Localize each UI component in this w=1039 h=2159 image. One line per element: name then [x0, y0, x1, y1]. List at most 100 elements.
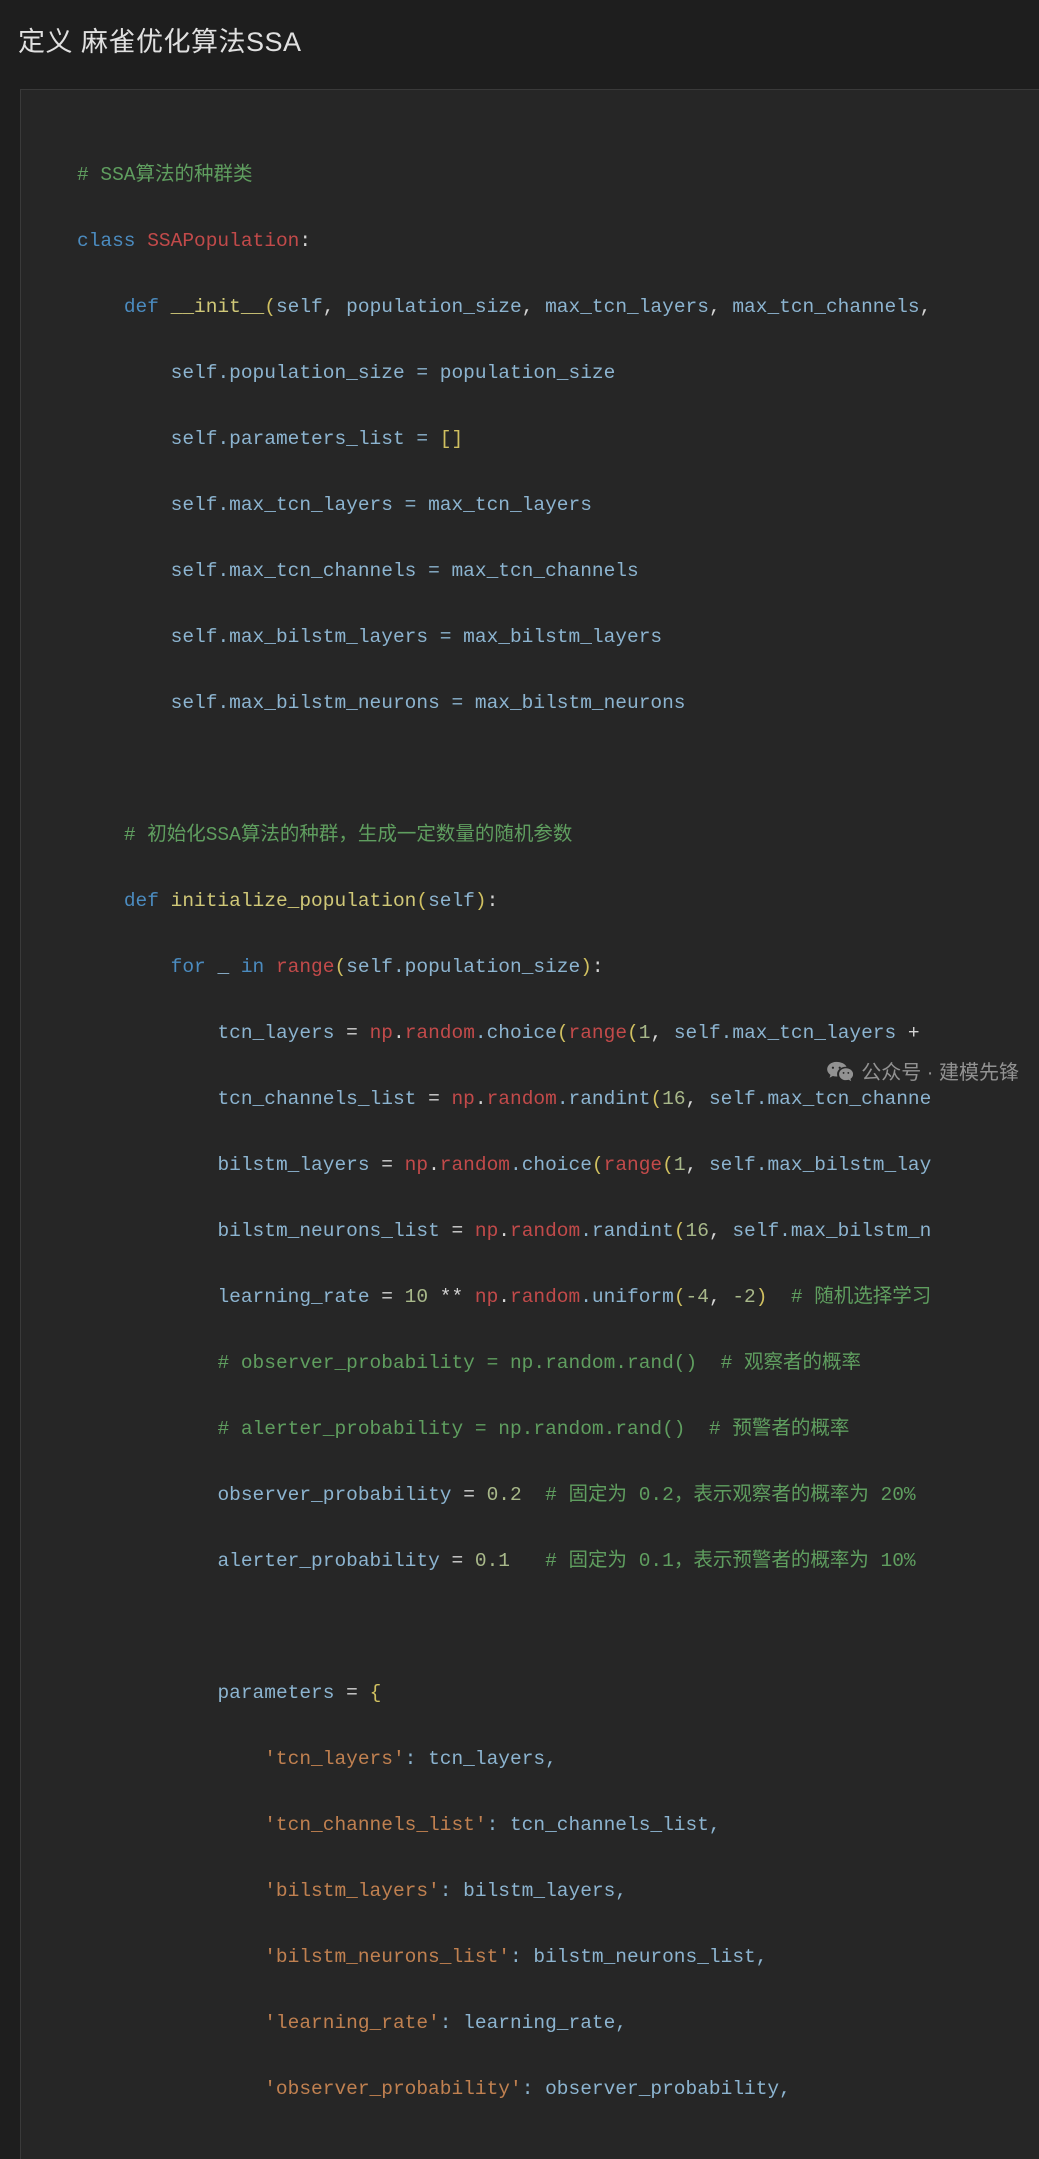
watermark: 公众号 · 建模先锋 [827, 1056, 1019, 1085]
var: tcn_layers [217, 1022, 334, 1044]
class-name: SSAPopulation [147, 230, 299, 252]
self: self [709, 1154, 756, 1176]
header: 定义 麻雀优化算法SSA [0, 0, 1039, 89]
func-init: __init__ [171, 296, 265, 318]
func-name: initialize_population [171, 890, 417, 912]
self: self [171, 626, 218, 648]
comment: # 固定为 0.1，表示预警者的概率为 10% [545, 1550, 916, 1572]
module-np: np [475, 1286, 498, 1308]
code-line: # observer_probability = np.random.rand(… [77, 1347, 1039, 1380]
code-line: self.max_tcn_channels = max_tcn_channels [77, 555, 1039, 588]
operator: + [896, 1022, 931, 1044]
number: 0.2 [487, 1484, 522, 1506]
self: self [171, 428, 218, 450]
comment: # SSA算法的种群类 [77, 164, 253, 186]
comment: # 随机选择学习 [791, 1286, 931, 1308]
module-np: np [451, 1088, 474, 1110]
string: 'learning_rate' [264, 2012, 440, 2034]
self: self [709, 1088, 756, 1110]
method: .randint [557, 1088, 651, 1110]
var: bilstm_neurons_list [217, 1220, 439, 1242]
number: 1 [639, 1022, 651, 1044]
blank-line [77, 1611, 1039, 1644]
var: _ [217, 956, 229, 978]
code-line: 'learning_rate': learning_rate, [77, 2007, 1039, 2040]
string: 'tcn_layers' [264, 1748, 404, 1770]
value: : tcn_layers, [405, 1748, 557, 1770]
attr: .max_tcn_layers [721, 1022, 897, 1044]
code-line: 'bilstm_layers': bilstm_layers, [77, 1875, 1039, 1908]
keyword-class: class [77, 230, 136, 252]
self: self [171, 494, 218, 516]
page-title: 定义 麻雀优化算法SSA [18, 20, 1021, 59]
keyword-in: in [241, 956, 264, 978]
comment: # observer_probability = np.random.rand(… [217, 1352, 861, 1374]
var: bilstm_layers [217, 1154, 369, 1176]
assignment: .max_bilstm_neurons = max_bilstm_neurons [217, 692, 685, 714]
code-line: class SSAPopulation: [77, 225, 1039, 258]
attr-random: random [440, 1154, 510, 1176]
param-self: self [428, 890, 475, 912]
builtin-range: range [569, 1022, 628, 1044]
keyword-def: def [124, 890, 159, 912]
code-line: self.population_size = population_size [77, 357, 1039, 390]
builtin-range: range [604, 1154, 663, 1176]
assignment: .max_tcn_layers = max_tcn_layers [217, 494, 591, 516]
code-line: alerter_probability = 0.1 # 固定为 0.1，表示预警… [77, 1545, 1039, 1578]
number: 16 [662, 1088, 685, 1110]
code-line: 'tcn_channels_list': tcn_channels_list, [77, 1809, 1039, 1842]
code-line: tcn_channels_list = np.random.randint(16… [77, 1083, 1039, 1116]
value: : tcn_channels_list, [487, 1814, 721, 1836]
assignment: .parameters_list = [217, 428, 439, 450]
string: 'bilstm_neurons_list' [264, 1946, 510, 1968]
builtin-range: range [276, 956, 335, 978]
method: .randint [580, 1220, 674, 1242]
string: 'bilstm_layers' [264, 1880, 440, 1902]
value: : learning_rate, [440, 2012, 627, 2034]
module-np: np [405, 1154, 428, 1176]
module-np: np [475, 1220, 498, 1242]
attr-random: random [510, 1220, 580, 1242]
param: max_tcn_channels [732, 296, 919, 318]
module-np: np [370, 1022, 393, 1044]
attr: .max_bilstm_lay [756, 1154, 932, 1176]
self: self [674, 1022, 721, 1044]
string: 'observer_probability' [264, 2078, 521, 2100]
code-line: # SSA算法的种群类 [77, 159, 1039, 192]
code-line: self.parameters_list = [] [77, 423, 1039, 456]
code-line: def __init__(self, population_size, max_… [77, 291, 1039, 324]
value: : bilstm_neurons_list, [510, 1946, 767, 1968]
attr: .max_bilstm_n [779, 1220, 931, 1242]
self: self [171, 692, 218, 714]
attr: .population_size [393, 956, 580, 978]
number: -4 [686, 1286, 709, 1308]
code-line: bilstm_neurons_list = np.random.randint(… [77, 1215, 1039, 1248]
attr-random: random [487, 1088, 557, 1110]
watermark-text: 公众号 · 建模先锋 [861, 1056, 1019, 1085]
param-self: self [276, 296, 323, 318]
self: self [171, 560, 218, 582]
var: parameters [217, 1682, 334, 1704]
blank-line [77, 753, 1039, 786]
code-line: observer_probability = 0.2 # 固定为 0.2，表示观… [77, 1479, 1039, 1512]
wechat-icon [827, 1060, 853, 1082]
value: : observer_probability, [522, 2078, 791, 2100]
number: 16 [686, 1220, 709, 1242]
self: self [171, 362, 218, 384]
code-line: 'observer_probability': observer_probabi… [77, 2073, 1039, 2106]
number: 10 [405, 1286, 428, 1308]
code-line: # 初始化SSA算法的种群，生成一定数量的随机参数 [77, 819, 1039, 852]
number: 1 [674, 1154, 686, 1176]
method: .uniform [580, 1286, 674, 1308]
code-line: 'bilstm_neurons_list': bilstm_neurons_li… [77, 1941, 1039, 1974]
assignment: .max_tcn_channels = max_tcn_channels [217, 560, 638, 582]
assignment: .max_bilstm_layers = max_bilstm_layers [217, 626, 662, 648]
code-line: self.max_bilstm_neurons = max_bilstm_neu… [77, 687, 1039, 720]
keyword-def: def [124, 296, 159, 318]
code-line: self.max_bilstm_layers = max_bilstm_laye… [77, 621, 1039, 654]
self: self [732, 1220, 779, 1242]
comment: # alerter_probability = np.random.rand()… [217, 1418, 849, 1440]
code-line: self.max_tcn_layers = max_tcn_layers [77, 489, 1039, 522]
number: 0.1 [475, 1550, 510, 1572]
string: 'tcn_channels_list' [264, 1814, 486, 1836]
